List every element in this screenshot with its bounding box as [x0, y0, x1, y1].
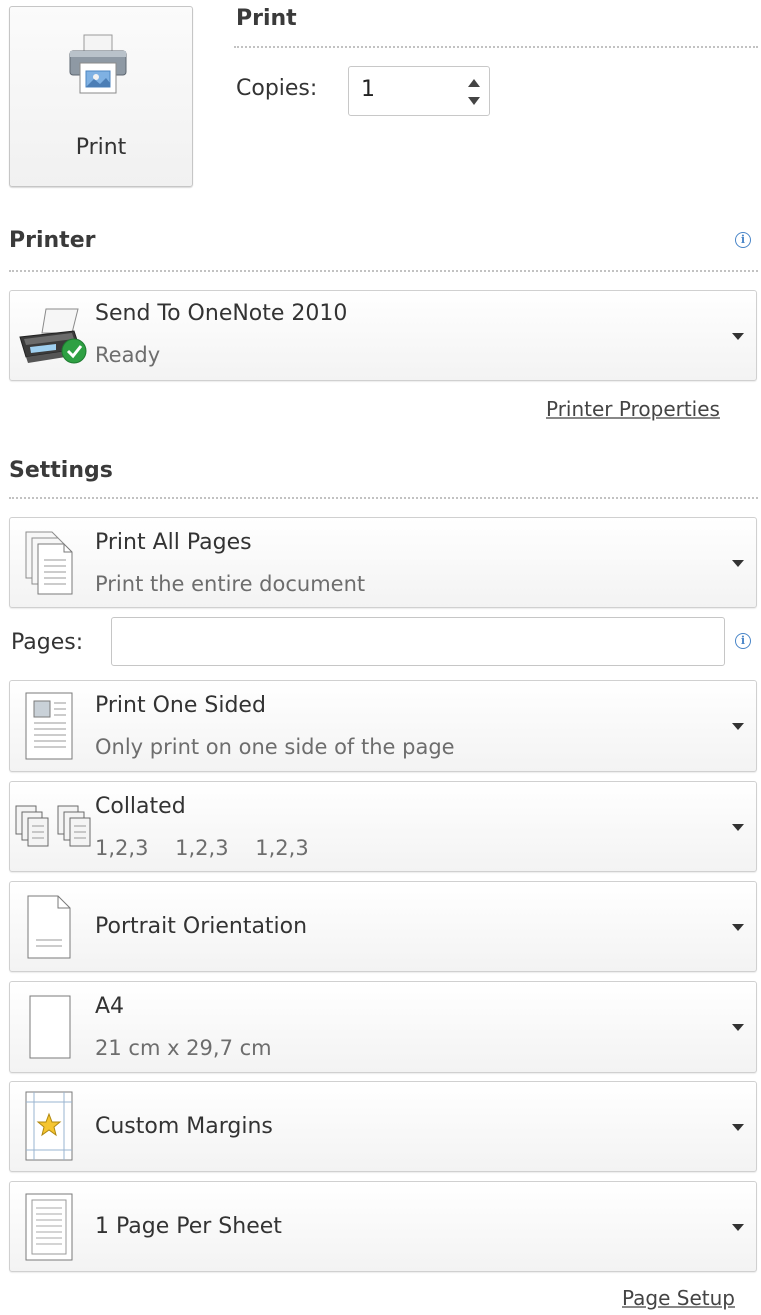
paper-size-dropdown[interactable]: A4 21 cm x 29,7 cm	[9, 981, 757, 1073]
margins-icon	[25, 1091, 73, 1161]
printer-status: Ready	[95, 343, 161, 367]
pages-input[interactable]	[111, 617, 725, 666]
spinner-arrows-icon[interactable]	[467, 75, 481, 109]
pages-label: Pages:	[11, 630, 84, 655]
collation-label: Collated	[95, 794, 186, 819]
collation-dropdown[interactable]: Collated 1,2,3 1,2,3 1,2,3	[9, 781, 757, 872]
chevron-down-icon	[732, 333, 744, 340]
pages-per-sheet-label: 1 Page Per Sheet	[95, 1214, 282, 1239]
printer-info-icon[interactable]: i	[735, 232, 751, 248]
printer-section-divider	[9, 270, 758, 272]
printer-section-title: Printer	[9, 228, 96, 253]
sides-sub: Only print on one side of the page	[95, 735, 455, 759]
settings-section-title: Settings	[9, 458, 113, 483]
printer-name: Send To OneNote 2010	[95, 301, 348, 326]
print-range-sub: Print the entire document	[95, 572, 366, 596]
chevron-down-icon	[732, 1124, 744, 1131]
portrait-icon	[27, 895, 71, 959]
paper-size-icon	[29, 995, 71, 1059]
chevron-down-icon	[732, 924, 744, 931]
sides-label: Print One Sided	[95, 693, 266, 718]
page-setup-link[interactable]: Page Setup	[622, 1286, 735, 1310]
printer-dropdown[interactable]: Send To OneNote 2010 Ready	[9, 290, 757, 381]
print-range-dropdown[interactable]: Print All Pages Print the entire documen…	[9, 517, 757, 608]
pages-per-sheet-dropdown[interactable]: 1 Page Per Sheet	[9, 1181, 757, 1272]
orientation-dropdown[interactable]: Portrait Orientation	[9, 881, 757, 972]
paper-size-sub: 21 cm x 29,7 cm	[95, 1036, 272, 1060]
collation-sub: 1,2,3 1,2,3 1,2,3	[95, 836, 309, 860]
pages-per-sheet-icon	[25, 1193, 73, 1261]
print-section-divider	[234, 46, 758, 48]
print-button[interactable]: Print	[9, 6, 193, 187]
pages-info-icon[interactable]: i	[735, 633, 751, 649]
print-section-title: Print	[236, 6, 297, 31]
chevron-down-icon	[732, 824, 744, 831]
printer-icon	[69, 34, 127, 94]
printer-ready-icon	[19, 308, 87, 364]
copies-stepper[interactable]: 1	[348, 66, 490, 116]
chevron-down-icon	[732, 723, 744, 730]
copies-value[interactable]: 1	[361, 77, 375, 102]
print-button-label: Print	[75, 135, 127, 160]
sides-dropdown[interactable]: Print One Sided Only print on one side o…	[9, 680, 757, 772]
margins-label: Custom Margins	[95, 1114, 273, 1139]
one-sided-icon	[25, 692, 73, 760]
copies-label: Copies:	[236, 76, 318, 101]
collated-icon	[15, 805, 91, 847]
orientation-label: Portrait Orientation	[95, 914, 308, 939]
pages-stack-icon	[25, 531, 73, 595]
chevron-down-icon	[732, 1024, 744, 1031]
paper-size-label: A4	[95, 994, 125, 1019]
chevron-down-icon	[732, 560, 744, 567]
chevron-down-icon	[732, 1224, 744, 1231]
printer-properties-link[interactable]: Printer Properties	[546, 397, 720, 421]
print-range-label: Print All Pages	[95, 530, 252, 555]
margins-dropdown[interactable]: Custom Margins	[9, 1081, 757, 1172]
settings-section-divider	[9, 497, 758, 499]
